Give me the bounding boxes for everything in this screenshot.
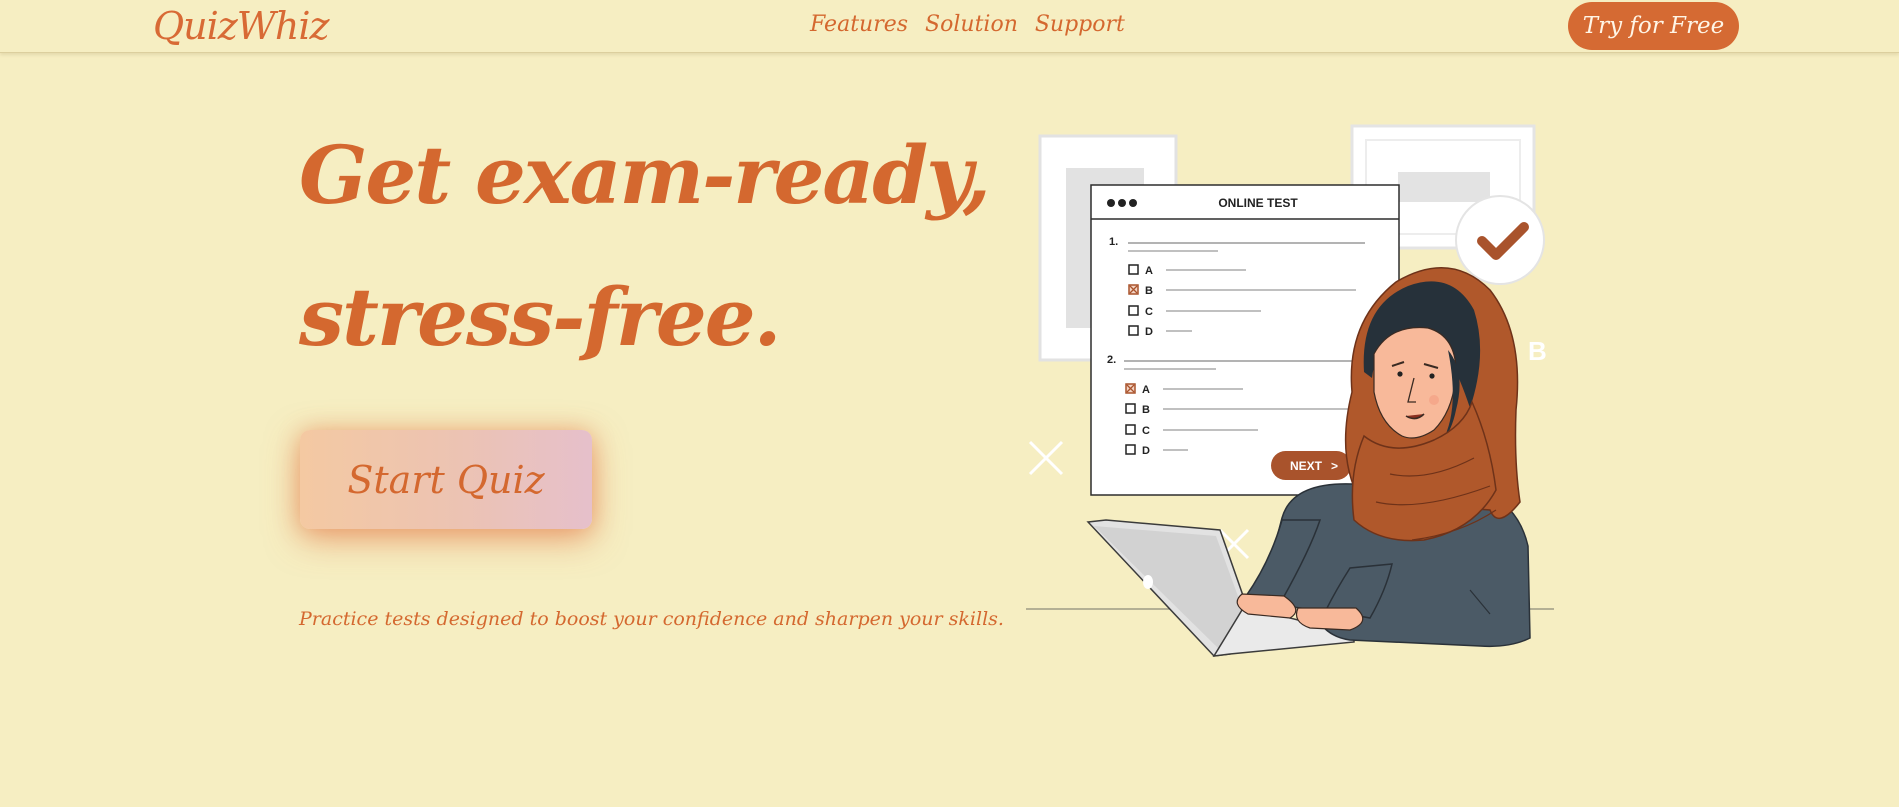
q1-option-c: C bbox=[1145, 306, 1153, 318]
online-test-illustration: B ONLINE TEST 1. A B C D 2. A B C D NEXT… bbox=[1026, 124, 1554, 657]
hero-tagline: Practice tests designed to boost your co… bbox=[299, 608, 1004, 630]
q2-option-c: C bbox=[1142, 425, 1150, 437]
q2-option-b: B bbox=[1142, 404, 1150, 416]
next-button-label: NEXT bbox=[1290, 459, 1323, 473]
try-for-free-button[interactable]: Try for Free bbox=[1568, 2, 1739, 50]
q2-option-a: A bbox=[1142, 384, 1150, 396]
logo[interactable]: QuizWhiz bbox=[153, 4, 330, 48]
nav-link-solution[interactable]: Solution bbox=[925, 12, 1018, 37]
question-1-number: 1. bbox=[1109, 236, 1118, 248]
main-nav: Features Solution Support bbox=[810, 12, 1125, 37]
hero-title-line2: stress-free. bbox=[299, 270, 782, 364]
next-arrow-icon: > bbox=[1331, 459, 1338, 473]
window-title: ONLINE TEST bbox=[1218, 196, 1298, 210]
decorative-letter: B bbox=[1528, 336, 1547, 366]
question-2-number: 2. bbox=[1107, 354, 1116, 366]
hero-title-line1: Get exam-ready, bbox=[299, 128, 991, 222]
q1-option-d: D bbox=[1145, 326, 1153, 338]
q1-option-a: A bbox=[1145, 265, 1153, 277]
top-navbar: QuizWhiz Features Solution Support Try f… bbox=[0, 0, 1899, 53]
window-dots-icon bbox=[1107, 199, 1137, 207]
q2-option-d: D bbox=[1142, 445, 1150, 457]
laptop-logo-icon bbox=[1143, 575, 1153, 589]
nav-link-features[interactable]: Features bbox=[810, 12, 908, 37]
start-quiz-button[interactable]: Start Quiz bbox=[300, 430, 592, 529]
q1-option-b: B bbox=[1145, 285, 1153, 297]
checkmark-badge bbox=[1455, 195, 1545, 285]
nav-link-support[interactable]: Support bbox=[1035, 12, 1125, 37]
